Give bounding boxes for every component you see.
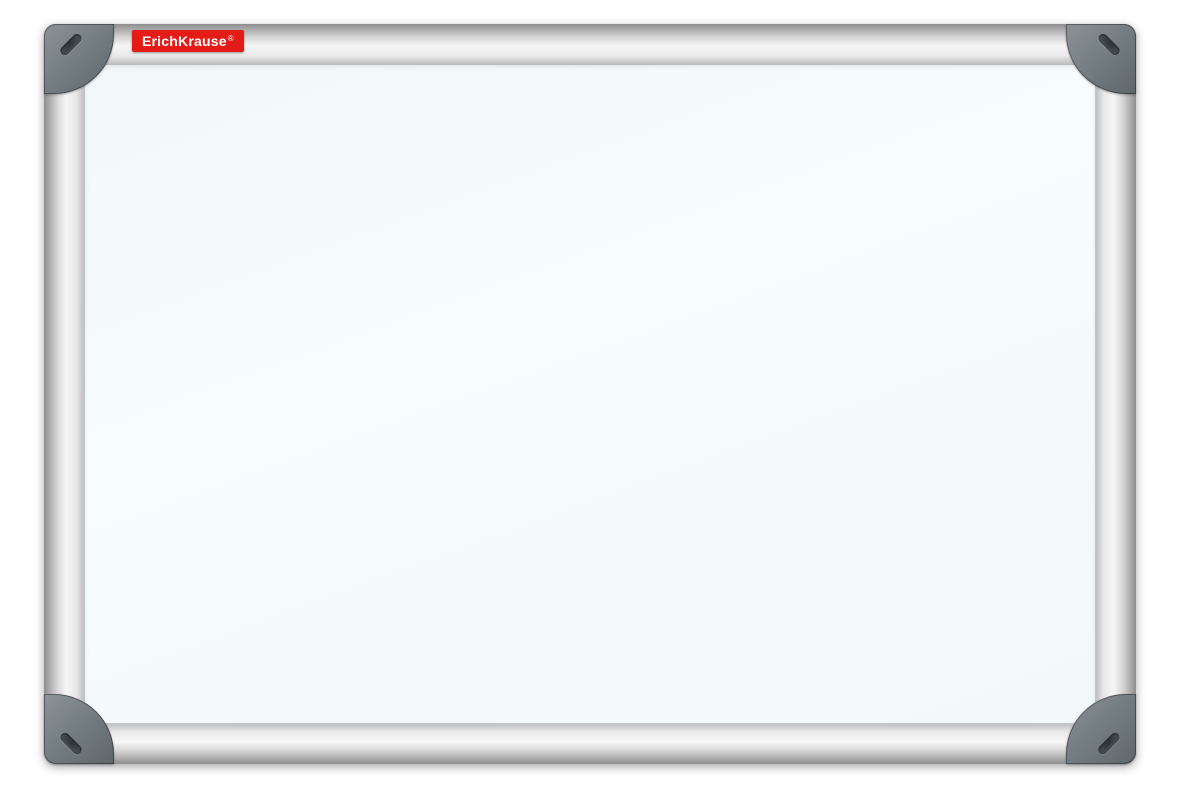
frame-left [44,24,84,764]
whiteboard-surface [84,64,1096,724]
mount-slot-icon [1097,32,1122,57]
mount-slot-icon [1097,731,1122,756]
frame-right [1096,24,1136,764]
whiteboard: ErichKrause® [44,24,1136,764]
brand-badge: ErichKrause® [132,30,244,52]
mount-slot-icon [59,32,84,57]
registered-icon: ® [228,34,234,43]
frame-bottom [44,724,1136,764]
product-image: ErichKrause® [0,0,1179,798]
brand-label: ErichKrause [142,33,227,49]
mount-slot-icon [59,731,84,756]
